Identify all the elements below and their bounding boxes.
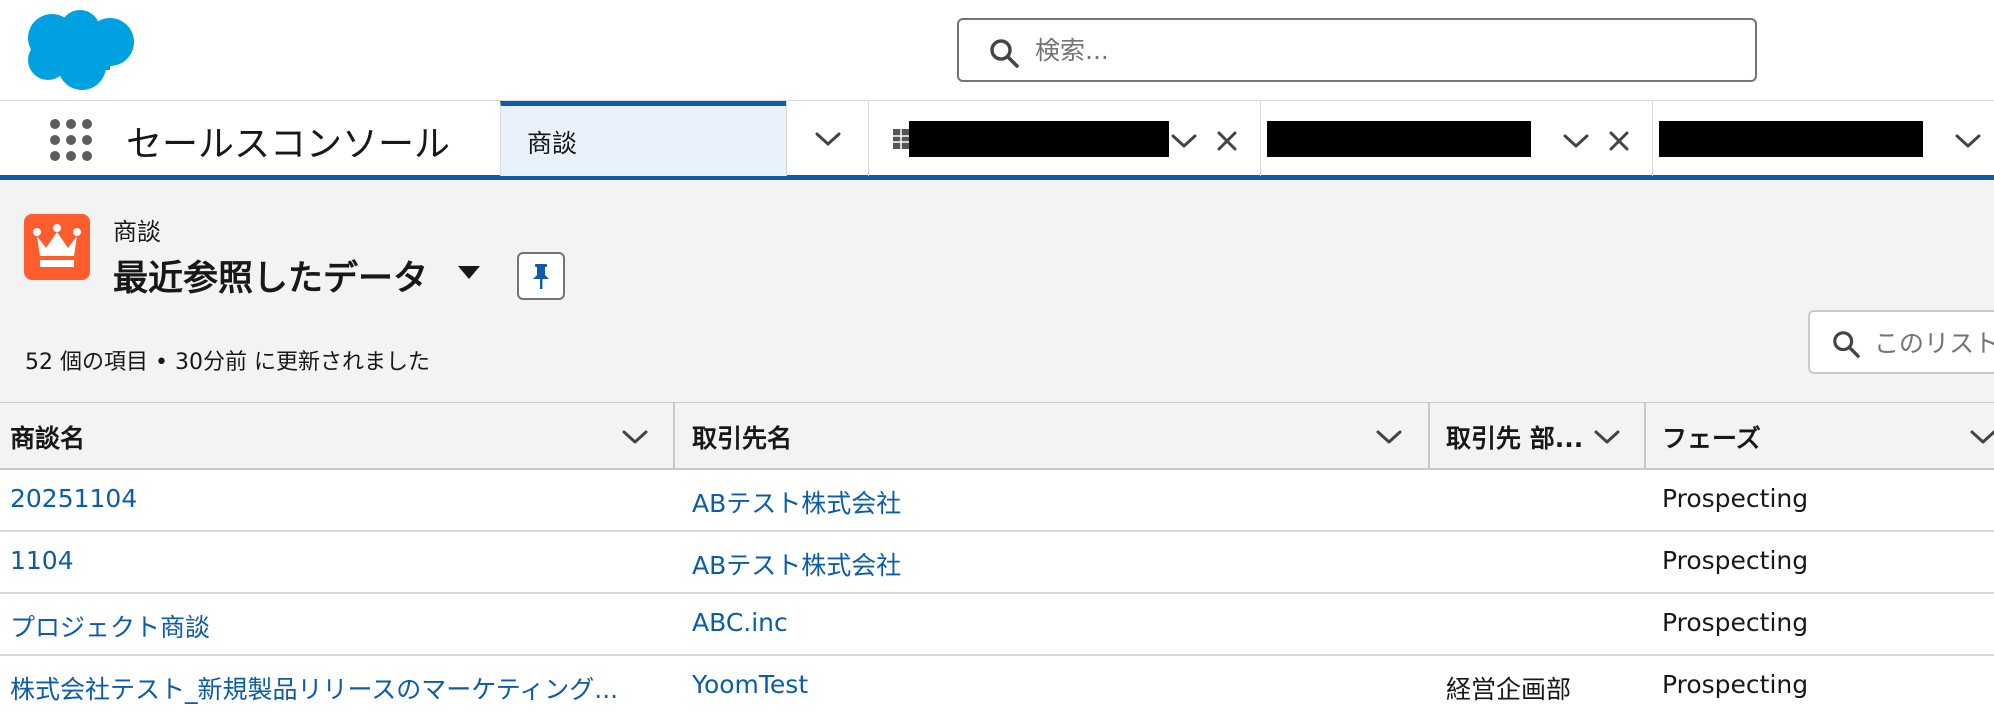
redacted-tab-label bbox=[909, 121, 1169, 157]
table-header: 商談名 取引先名 取引先 部... フェーズ bbox=[0, 402, 1994, 470]
table-row: 20251104 ABテスト株式会社 Prospecting bbox=[0, 470, 1994, 532]
tab-label: 商談 bbox=[527, 129, 578, 158]
search-icon bbox=[1833, 331, 1860, 358]
column-header-account-department[interactable]: 取引先 部... bbox=[1436, 403, 1644, 469]
crown-icon bbox=[33, 224, 81, 267]
table-row: プロジェクト商談 ABC.inc Prospecting bbox=[0, 594, 1994, 656]
app-name: セールスコンソール bbox=[126, 124, 451, 165]
global-search-input[interactable] bbox=[1035, 30, 1735, 70]
close-tab-icon[interactable] bbox=[1216, 130, 1238, 152]
chevron-down-icon[interactable] bbox=[1970, 429, 1994, 445]
stage-cell: Prospecting bbox=[1662, 670, 1809, 699]
search-icon bbox=[990, 39, 1019, 68]
table-row: 株式会社テスト_新規製品リリースのマーケティング... YoomTest 経営企… bbox=[0, 656, 1994, 715]
global-header bbox=[0, 0, 1994, 100]
workspace-tab-2[interactable] bbox=[868, 101, 1260, 176]
pin-list-view-button[interactable] bbox=[517, 252, 565, 300]
column-header-label: 商談名 bbox=[10, 424, 86, 453]
redacted-tab-label bbox=[1267, 121, 1531, 157]
list-item-count: 52 個の項目 • 30分前 に更新されました bbox=[25, 350, 430, 375]
column-header-label: 取引先 部... bbox=[1446, 424, 1584, 453]
column-header-label: フェーズ bbox=[1662, 424, 1761, 453]
navigation-bar: セールスコンソール 商談 bbox=[0, 100, 1994, 180]
chevron-down-icon bbox=[815, 132, 841, 146]
column-divider[interactable] bbox=[1644, 403, 1646, 469]
account-department-cell: 経営企画部 bbox=[1446, 675, 1572, 704]
salesforce-logo-icon[interactable] bbox=[22, 8, 140, 92]
column-header-opportunity-name[interactable]: 商談名 bbox=[0, 403, 674, 469]
opportunity-object-icon bbox=[24, 214, 90, 280]
list-search[interactable] bbox=[1808, 310, 1994, 374]
object-label: 商談 bbox=[113, 218, 161, 246]
list-view-title[interactable]: 最近参照したデータ bbox=[113, 250, 428, 301]
column-header-label: 取引先名 bbox=[692, 424, 793, 453]
column-divider[interactable] bbox=[1428, 403, 1430, 469]
opportunity-name-link[interactable]: 20251104 bbox=[10, 484, 650, 513]
column-divider[interactable] bbox=[673, 403, 675, 469]
account-name-link[interactable]: ABテスト株式会社 bbox=[692, 484, 1392, 520]
account-name-link[interactable]: ABテスト株式会社 bbox=[692, 546, 1392, 582]
chevron-down-icon[interactable] bbox=[1376, 429, 1402, 445]
account-name-link[interactable]: ABC.inc bbox=[692, 608, 1392, 637]
workspace-tab-3[interactable] bbox=[1260, 101, 1652, 176]
list-view-picker-icon[interactable] bbox=[457, 264, 481, 280]
column-header-account-name[interactable]: 取引先名 bbox=[682, 403, 1428, 469]
chevron-down-icon[interactable] bbox=[1563, 133, 1589, 149]
opportunity-table: 商談名 取引先名 取引先 部... フェーズ 20251104 ABテスト株式会… bbox=[0, 402, 1994, 715]
opportunity-name-link[interactable]: 1104 bbox=[10, 546, 650, 575]
opportunity-name-link[interactable]: プロジェクト商談 bbox=[10, 608, 650, 644]
column-header-stage[interactable]: フェーズ bbox=[1652, 403, 1994, 469]
workspace-tab-4[interactable] bbox=[1652, 101, 1994, 176]
chevron-down-icon[interactable] bbox=[622, 429, 648, 445]
table-row: 1104 ABテスト株式会社 Prospecting bbox=[0, 532, 1994, 594]
pin-icon bbox=[533, 264, 549, 289]
global-search[interactable] bbox=[957, 18, 1757, 82]
table-icon bbox=[893, 129, 909, 149]
tab-opportunities-menu-button[interactable] bbox=[786, 101, 868, 176]
account-name-link[interactable]: YoomTest bbox=[692, 670, 1392, 699]
app-launcher-icon[interactable] bbox=[48, 117, 94, 163]
close-tab-icon[interactable] bbox=[1608, 130, 1630, 152]
tab-opportunities[interactable]: 商談 bbox=[500, 101, 786, 176]
stage-cell: Prospecting bbox=[1662, 608, 1809, 637]
list-view-header: 商談 最近参照したデータ 52 個の項目 • 30分前 に更新されました bbox=[0, 180, 1994, 402]
list-search-input[interactable] bbox=[1874, 324, 1994, 362]
chevron-down-icon[interactable] bbox=[1171, 133, 1197, 149]
redacted-tab-label bbox=[1659, 121, 1923, 157]
opportunity-name-link[interactable]: 株式会社テスト_新規製品リリースのマーケティング... bbox=[10, 670, 650, 706]
chevron-down-icon[interactable] bbox=[1594, 429, 1620, 445]
stage-cell: Prospecting bbox=[1662, 484, 1809, 513]
stage-cell: Prospecting bbox=[1662, 546, 1809, 575]
chevron-down-icon[interactable] bbox=[1955, 133, 1981, 149]
